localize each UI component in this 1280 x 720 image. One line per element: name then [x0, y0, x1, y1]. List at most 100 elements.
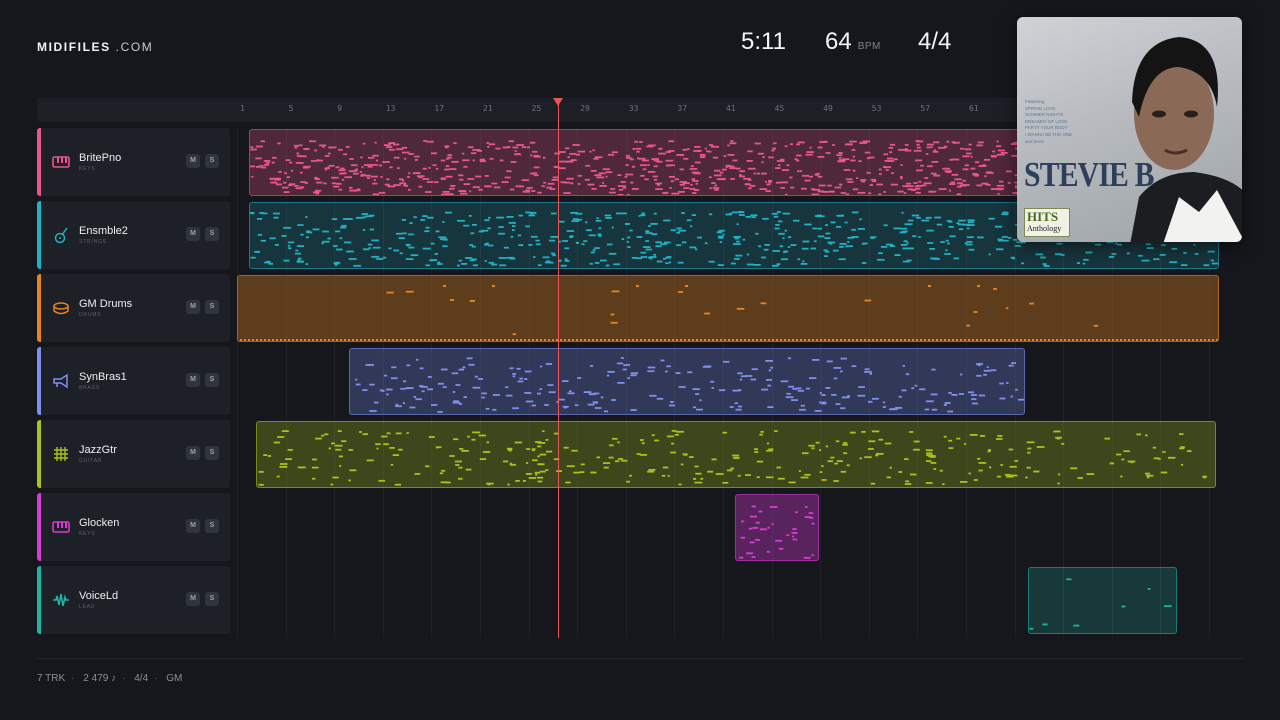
track-color-strip	[37, 128, 41, 196]
guitar-icon	[52, 226, 70, 244]
mute-button[interactable]: M	[186, 300, 200, 314]
solo-button[interactable]: S	[205, 300, 219, 314]
ruler-tick: 57	[920, 104, 931, 113]
solo-button[interactable]: S	[205, 227, 219, 241]
note-pattern	[355, 357, 1024, 413]
track-color-strip	[37, 493, 41, 561]
track-type: BRASS	[79, 385, 100, 391]
footer-signature: 4/4	[134, 673, 149, 684]
transport-time: 5:11	[741, 28, 786, 55]
piano-icon	[52, 153, 70, 171]
artist-portrait	[1130, 37, 1242, 242]
ruler-tick: 13	[385, 104, 396, 113]
grid-line	[237, 128, 238, 638]
track-type: STRINGS	[79, 239, 107, 245]
track-type: DRUMS	[79, 312, 102, 318]
playhead[interactable]	[558, 102, 559, 638]
mute-button[interactable]: M	[186, 373, 200, 387]
midi-standard: GM	[166, 673, 183, 684]
logo: MIDIFILES .COM	[37, 40, 154, 54]
note-count: 2 479 ♪	[83, 673, 117, 684]
ruler-tick: 21	[483, 104, 493, 113]
ruler-tick: 49	[823, 104, 833, 113]
grid-icon	[52, 445, 70, 463]
solo-button[interactable]: S	[205, 446, 219, 460]
track-name: Glocken	[79, 517, 120, 529]
track-header-glocken[interactable]: Glocken KEYS M S	[37, 493, 230, 561]
featured-songs: Featuring: SPRING LOVE SUMMER NIGHTS DREAMI…	[1025, 99, 1072, 145]
track-color-strip	[37, 420, 41, 488]
track-header-ensmble2[interactable]: Ensmble2 STRINGS M S	[37, 201, 230, 269]
ruler-tick: 1	[240, 104, 245, 113]
track-name: Ensmble2	[79, 225, 128, 237]
track-type: KEYS	[79, 531, 96, 537]
midi-clip-synbras1[interactable]	[349, 348, 1025, 415]
featured-song: SUMMER NIGHTS	[1025, 112, 1064, 118]
piano-icon	[52, 518, 70, 536]
album-artist: STEVIE B	[1024, 155, 1154, 194]
track-type: LEAD	[79, 604, 96, 610]
solo-button[interactable]: S	[205, 373, 219, 387]
track-header-britepno[interactable]: BritePno KEYS M S	[37, 128, 230, 196]
featured-song: and more	[1025, 138, 1045, 144]
track-name: GM Drums	[79, 298, 133, 310]
featured-song: Featuring:	[1025, 99, 1046, 104]
track-name: VoiceLd	[79, 590, 119, 602]
featured-song: I WANNA BE THE ONE	[1025, 131, 1073, 137]
track-color-strip	[37, 566, 41, 634]
ruler-tick: 33	[628, 104, 639, 113]
ruler-tick: 9	[337, 104, 343, 113]
ruler-tick: 17	[434, 104, 445, 113]
track-type: GUITAR	[79, 458, 103, 464]
album-cover: Featuring: SPRING LOVE SUMMER NIGHTS DREAMI…	[1017, 17, 1242, 242]
midi-clip-voiceld[interactable]	[1028, 567, 1177, 634]
ruler-tick: 5	[288, 104, 294, 113]
track-header-gm-drums[interactable]: GM Drums DRUMS M S	[37, 274, 230, 342]
track-name: JazzGtr	[79, 444, 117, 456]
featured-song: PARTY YOUR BODY	[1025, 125, 1068, 131]
midi-clip-glocken[interactable]	[735, 494, 819, 561]
track-count: 7 TRK	[37, 673, 66, 684]
midi-clip-jazzgtr[interactable]	[256, 421, 1216, 488]
ruler-tick: 45	[774, 104, 785, 113]
track-color-strip	[37, 201, 41, 269]
ruler-tick: 25	[531, 104, 542, 113]
solo-button[interactable]: S	[205, 154, 219, 168]
track-header-synbras1[interactable]: SynBras1 BRASS M S	[37, 347, 230, 415]
track-color-strip	[37, 347, 41, 415]
ruler-tick: 61	[969, 104, 979, 113]
note-pattern	[739, 505, 815, 559]
drum-icon	[52, 299, 70, 317]
featured-song: DREAMIN' OF LOVE	[1025, 118, 1068, 124]
footer-divider	[37, 658, 1243, 659]
mute-button[interactable]: M	[186, 519, 200, 533]
featured-song: SPRING LOVE	[1025, 105, 1056, 111]
note-pattern	[258, 430, 1207, 486]
note-pattern	[1029, 578, 1172, 630]
solo-button[interactable]: S	[205, 592, 219, 606]
track-color-strip	[37, 274, 41, 342]
ruler-tick: 37	[677, 104, 688, 113]
hits-badge: HITS Anthology	[1024, 208, 1070, 237]
transport-tempo: 64 BPM	[825, 28, 881, 56]
track-name: SynBras1	[79, 371, 127, 383]
waveform-icon	[52, 591, 70, 609]
ruler-tick: 53	[871, 104, 882, 113]
mute-button[interactable]: M	[186, 227, 200, 241]
midi-clip-gm-drums[interactable]	[237, 275, 1219, 342]
trumpet-icon	[52, 372, 70, 390]
status-bar: 7 TRK · 2 479 ♪ · 4/4 · GM	[37, 673, 183, 684]
ruler-tick: 41	[726, 104, 736, 113]
track-name: BritePno	[79, 152, 122, 164]
track-header-voiceld[interactable]: VoiceLd LEAD M S	[37, 566, 230, 634]
mute-button[interactable]: M	[186, 592, 200, 606]
tempo-unit: BPM	[857, 41, 881, 52]
track-header-jazzgtr[interactable]: JazzGtr GUITAR M S	[37, 420, 230, 488]
ruler-tick: 29	[580, 104, 590, 113]
tempo-value: 64	[825, 28, 852, 55]
note-pattern	[240, 285, 1218, 341]
mute-button[interactable]: M	[186, 154, 200, 168]
solo-button[interactable]: S	[205, 519, 219, 533]
transport-signature: 4/4	[918, 28, 952, 55]
mute-button[interactable]: M	[186, 446, 200, 460]
